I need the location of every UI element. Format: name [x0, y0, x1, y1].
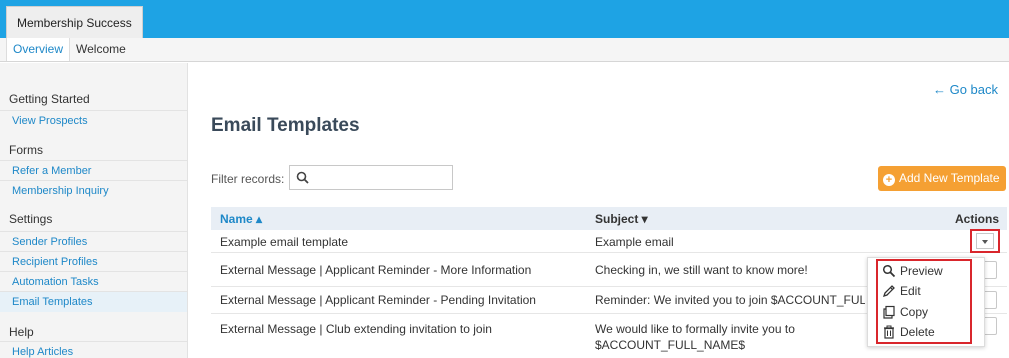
search-icon: [296, 171, 309, 184]
plus-circle-icon: +: [883, 174, 895, 186]
app-tab-membership-success[interactable]: Membership Success: [6, 6, 143, 38]
tab-overview[interactable]: Overview: [6, 38, 71, 61]
filter-label: Filter records:: [211, 172, 285, 186]
column-header-actions: Actions: [954, 212, 999, 226]
row-subject: We would like to formally invite you to: [595, 322, 795, 336]
menu-item-label: Copy: [900, 305, 929, 319]
sidebar-item-automation-tasks[interactable]: Automation Tasks: [0, 271, 187, 292]
sidebar: Getting Started View Prospects Forms Ref…: [0, 63, 188, 358]
sidebar-heading-forms: Forms: [9, 143, 43, 157]
menu-item-label: Edit: [900, 284, 921, 298]
sidebar-item-recipient-profiles[interactable]: Recipient Profiles: [0, 251, 187, 272]
sidebar-item-email-templates[interactable]: Email Templates: [0, 291, 187, 312]
column-header-subject[interactable]: Subject ▾: [595, 212, 648, 226]
sidebar-heading-getting-started: Getting Started: [9, 92, 90, 106]
sidebar-item-refer-a-member[interactable]: Refer a Member: [0, 160, 187, 181]
trash-icon: [884, 325, 894, 339]
table-row: Example email template Example email: [211, 231, 1007, 253]
row-actions-button[interactable]: [976, 233, 994, 249]
page-title: Email Templates: [211, 115, 360, 136]
go-back-link[interactable]: ← Go back: [933, 82, 998, 97]
menu-item-label: Preview: [900, 264, 943, 278]
pencil-icon: [882, 285, 895, 298]
add-new-template-label: Add New Template: [899, 171, 1000, 185]
row-name: External Message | Applicant Reminder - …: [220, 293, 536, 307]
sidebar-item-sender-profiles[interactable]: Sender Profiles: [0, 231, 187, 252]
column-header-name[interactable]: Name ▴: [220, 212, 262, 226]
caret-down-icon: [982, 240, 988, 244]
row-name: Example email template: [220, 235, 349, 249]
sidebar-heading-settings: Settings: [9, 212, 53, 226]
magnifier-icon: [882, 264, 896, 278]
sidebar-item-help-articles[interactable]: Help Articles: [0, 341, 187, 358]
row-subject: Checking in, we still want to know more!: [595, 263, 808, 277]
sub-navigation: Overview Welcome: [0, 38, 1009, 62]
table-header: Name ▴ Subject ▾ Actions: [211, 207, 1007, 230]
sidebar-item-view-prospects[interactable]: View Prospects: [0, 110, 187, 131]
sidebar-item-membership-inquiry[interactable]: Membership Inquiry: [0, 180, 187, 201]
row-subject-line-2: $ACCOUNT_FULL_NAME$: [595, 338, 746, 352]
row-name: External Message | Applicant Reminder - …: [220, 263, 532, 277]
tab-welcome[interactable]: Welcome: [70, 38, 132, 61]
sidebar-heading-help: Help: [9, 325, 34, 339]
filter-input[interactable]: [314, 169, 448, 186]
top-bar: [0, 0, 1009, 38]
menu-item-label: Delete: [900, 325, 935, 339]
row-subject: Reminder: We invited you to join $ACCOUN…: [595, 293, 865, 307]
row-name: External Message | Club extending invita…: [220, 322, 492, 336]
row-subject: Example email: [595, 235, 674, 249]
add-new-template-button[interactable]: + Add New Template: [878, 166, 1006, 191]
filter-box[interactable]: [289, 165, 453, 190]
copy-icon: [883, 305, 895, 319]
